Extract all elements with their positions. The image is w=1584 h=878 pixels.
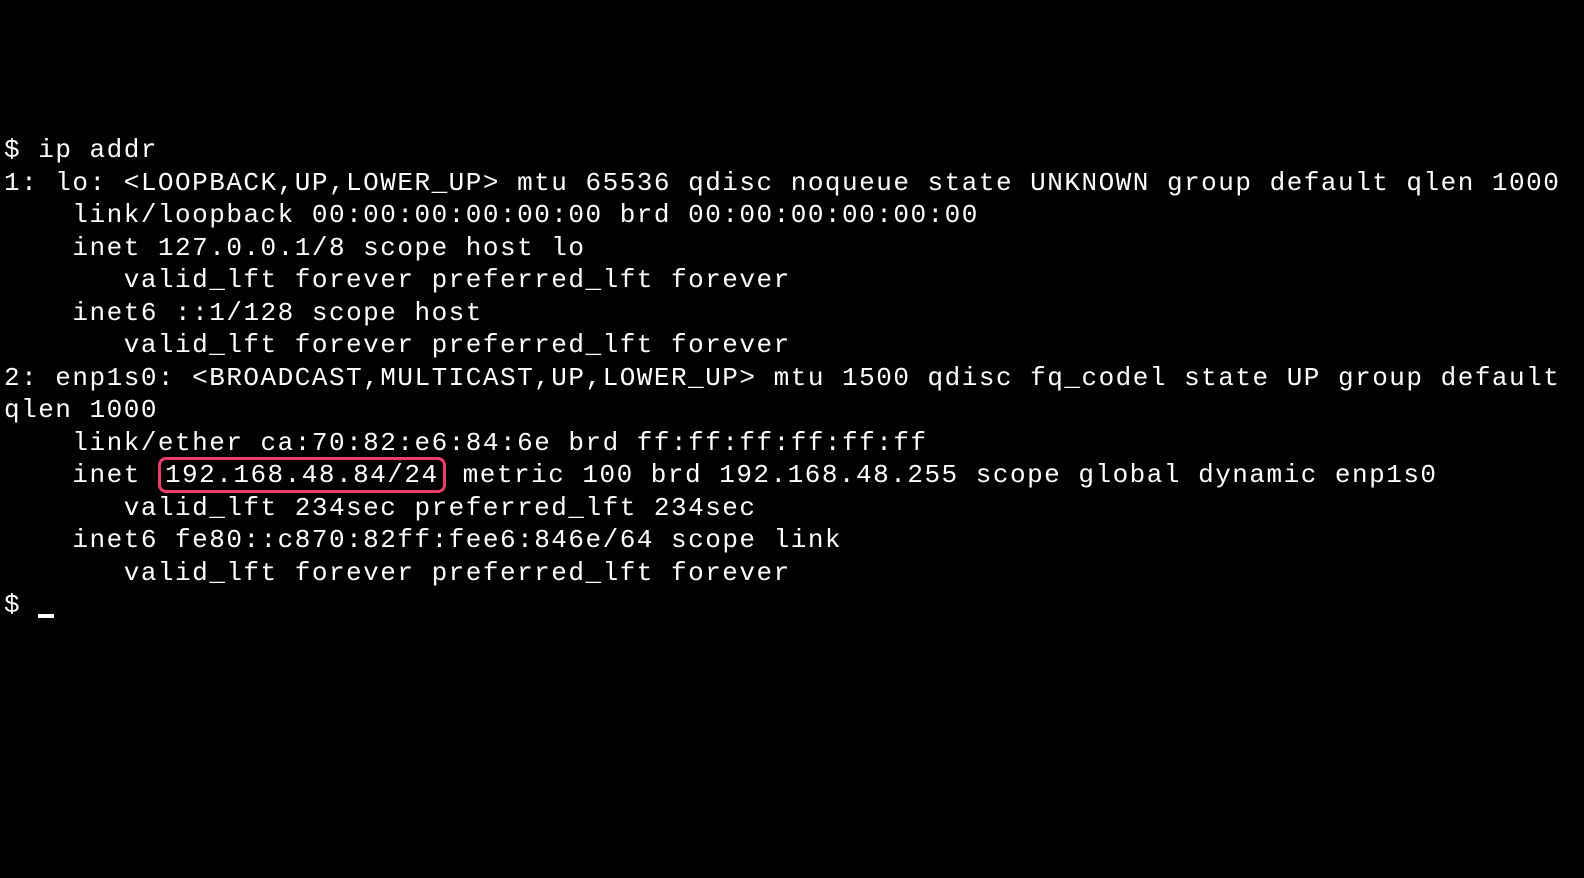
highlighted-ip-address: 192.168.48.84/24 — [158, 457, 446, 493]
interface-enp1s0-valid-lft-2: valid_lft forever preferred_lft forever — [4, 558, 791, 588]
interface-enp1s0-valid-lft-1: valid_lft 234sec preferred_lft 234sec — [4, 493, 757, 523]
terminal-output[interactable]: $ ip addr 1: lo: <LOOPBACK,UP,LOWER_UP> … — [4, 134, 1580, 622]
interface-enp1s0-inet-prefix: inet — [4, 460, 158, 490]
interface-enp1s0-inet-suffix: metric 100 brd 192.168.48.255 scope glob… — [446, 460, 1438, 490]
interface-lo-valid-lft-2: valid_lft forever preferred_lft forever — [4, 330, 791, 360]
interface-enp1s0-inet6: inet6 fe80::c870:82ff:fee6:846e/64 scope… — [4, 525, 842, 555]
cursor-icon — [38, 614, 54, 618]
interface-lo-valid-lft-1: valid_lft forever preferred_lft forever — [4, 265, 791, 295]
command-text: ip addr — [38, 135, 158, 165]
interface-lo-inet: inet 127.0.0.1/8 scope host lo — [4, 233, 586, 263]
interface-lo-inet6: inet6 ::1/128 scope host — [4, 298, 483, 328]
shell-prompt: $ — [4, 135, 38, 165]
interface-enp1s0-link: link/ether ca:70:82:e6:84:6e brd ff:ff:f… — [4, 428, 928, 458]
shell-prompt: $ — [4, 590, 38, 620]
interface-lo-header: 1: lo: <LOOPBACK,UP,LOWER_UP> mtu 65536 … — [4, 168, 1560, 198]
interface-enp1s0-header: 2: enp1s0: <BROADCAST,MULTICAST,UP,LOWER… — [4, 363, 1577, 426]
interface-lo-link: link/loopback 00:00:00:00:00:00 brd 00:0… — [4, 200, 979, 230]
